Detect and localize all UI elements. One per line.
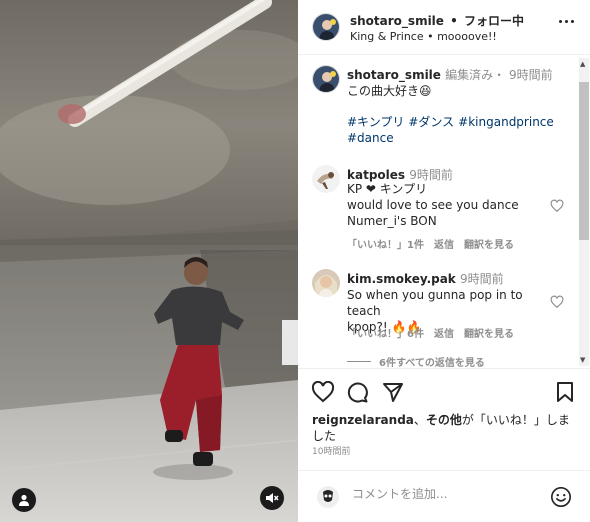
comment-actions: 「いいね！」1件 返信 翻訳を見る <box>347 236 514 251</box>
comments-scrollbar[interactable]: ▲ ▼ <box>578 58 589 366</box>
caption-avatar[interactable] <box>312 65 340 93</box>
view-replies-button[interactable]: 6件すべての返信を見る <box>347 354 485 368</box>
comment-username[interactable]: katpoles <box>347 168 405 182</box>
comment-line: would love to see you dance <box>347 198 519 212</box>
hashtag-link[interactable]: #kingandprince <box>458 115 554 129</box>
following-button[interactable]: フォロー中 <box>464 14 524 28</box>
comment-likes-count[interactable]: 「いいね！」6件 <box>347 325 424 340</box>
scroll-down-arrow-icon[interactable]: ▼ <box>580 356 585 364</box>
share-icon[interactable] <box>382 381 404 403</box>
video-frame <box>0 0 298 522</box>
scrollbar-thumb[interactable] <box>579 82 589 240</box>
hashtag-link[interactable]: #キンプリ <box>347 115 404 129</box>
others-link[interactable]: その他 <box>426 413 462 427</box>
liker-username[interactable]: reignzelaranda <box>312 413 414 427</box>
heart-icon[interactable] <box>311 381 335 403</box>
reply-button[interactable]: 返信 <box>434 325 454 340</box>
comment-line: So when you gunna pop in to teach <box>347 288 523 318</box>
reply-button[interactable]: 返信 <box>434 236 454 251</box>
comment-actions: 「いいね！」6件 返信 翻訳を見る <box>347 325 514 340</box>
caption-header: shotaro_smile 編集済み・ 9時間前 <box>347 66 553 83</box>
comment-like-icon[interactable] <box>550 199 564 213</box>
replies-divider <box>347 361 371 362</box>
post-header: shotaro_smile • フォロー中 King & Prince • mo… <box>298 0 590 55</box>
commenter-avatar[interactable] <box>312 269 340 297</box>
comment-username[interactable]: kim.smokey.pak <box>347 272 456 286</box>
user-tag-button[interactable] <box>12 488 36 512</box>
translate-button[interactable]: 翻訳を見る <box>464 325 514 340</box>
comment-header: kim.smokey.pak 9時間前 <box>347 270 504 287</box>
add-comment-bar <box>298 470 590 522</box>
hashtag-link[interactable]: #ダンス <box>408 115 454 129</box>
scroll-up-arrow-icon[interactable]: ▲ <box>580 60 585 68</box>
more-options-icon[interactable] <box>559 20 574 23</box>
hashtag-link[interactable]: #dance <box>347 131 394 145</box>
post-video[interactable] <box>0 0 298 522</box>
comment-text: KP ❤ キンプリ would love to see you dance Nu… <box>347 181 547 229</box>
bookmark-icon[interactable] <box>556 381 574 403</box>
comment-like-icon[interactable] <box>550 295 564 309</box>
muted-speaker-icon <box>266 493 279 503</box>
comment-icon[interactable] <box>346 381 368 403</box>
comment-time: 9時間前 <box>459 272 504 286</box>
author-username[interactable]: shotaro_smile <box>350 14 444 28</box>
likes-summary: reignzelaranda、その他が「いいね！」しました <box>312 412 580 444</box>
caption-meta: 編集済み・ 9時間前 <box>445 68 553 82</box>
emoji-icon[interactable] <box>316 485 340 509</box>
caption-text: この曲大好き😆 <box>347 84 432 98</box>
comments-list[interactable]: shotaro_smile 編集済み・ 9時間前 この曲大好き😆 #キンプリ #ダ… <box>298 56 590 368</box>
comment-line: Numer_i's BON <box>347 214 437 228</box>
comment-likes-count[interactable]: 「いいね！」1件 <box>347 236 424 251</box>
mute-button[interactable] <box>260 486 284 510</box>
smile-icon[interactable] <box>550 486 572 508</box>
user-tag-icon <box>19 494 29 506</box>
caption-username[interactable]: shotaro_smile <box>347 68 441 82</box>
comment-input[interactable] <box>352 487 542 501</box>
comment-time: 9時間前 <box>409 168 453 182</box>
post-timestamp[interactable]: 10時間前 <box>312 444 350 457</box>
audio-track-link[interactable]: King & Prince • moooove!! <box>350 30 497 43</box>
likes-joiner: 、 <box>413 413 426 427</box>
view-replies-label: 6件すべての返信を見る <box>379 358 485 368</box>
comment-line: KP ❤ キンプリ <box>347 182 428 196</box>
caption-hashtags: #キンプリ #ダンス #kingandprince #dance <box>347 114 567 146</box>
author-line: shotaro_smile • フォロー中 <box>350 12 524 29</box>
post-details-panel: shotaro_smile • フォロー中 King & Prince • mo… <box>298 0 590 522</box>
author-avatar[interactable] <box>312 13 340 41</box>
header-separator: • <box>450 14 458 28</box>
translate-button[interactable]: 翻訳を見る <box>464 236 514 251</box>
commenter-avatar[interactable] <box>312 165 340 193</box>
post-actions <box>298 368 590 412</box>
